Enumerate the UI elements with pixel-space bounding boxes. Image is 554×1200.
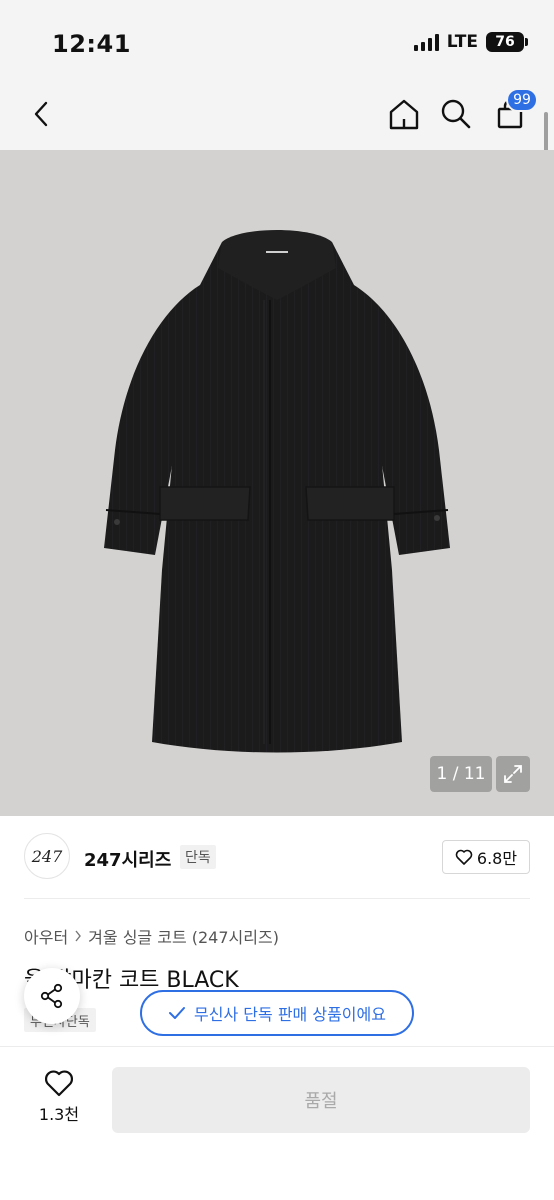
brand-like-count: 6.8만 [476,849,518,868]
signal-icon [413,33,439,51]
brand-row: 247 247시리즈 단독 6.8만 [0,830,554,886]
search-button[interactable] [436,94,476,134]
brand-logo[interactable]: 247 [24,833,70,879]
expand-button[interactable] [496,756,530,792]
bottom-action-bar: 1.3천 품절 [0,1046,554,1200]
breadcrumb-subcategory[interactable]: 겨울 싱글 코트 (247시리즈) [88,924,279,948]
chevron-left-icon [34,101,48,127]
wishlist-button[interactable]: 1.3천 [24,1069,94,1125]
nav-bar: 99 [0,80,554,150]
product-image[interactable] [0,150,554,816]
image-counter: 1 / 11 [430,756,492,792]
check-icon [169,1007,186,1019]
brand-exclusive-tag: 단독 [180,845,216,869]
chevron-right-icon [75,930,82,942]
soldout-button[interactable]: 품절 [112,1067,530,1133]
home-button[interactable] [384,94,424,134]
breadcrumb: 아우터 겨울 싱글 코트 (247시리즈) [24,924,279,948]
network-type: LTE [446,32,478,52]
battery-level: 76 [495,34,515,50]
battery-icon: 76 [486,32,528,52]
toast-text: 무신사 단독 판매 상품이에요 [194,1005,386,1024]
search-icon [441,99,471,129]
exclusive-toast: 무신사 단독 판매 상품이에요 [140,990,414,1036]
share-icon [40,983,63,1009]
brand-name[interactable]: 247시리즈 [84,846,171,872]
wish-count: 1.3천 [38,1105,80,1124]
status-indicators: LTE 76 [413,32,528,52]
brand-like-button[interactable]: 6.8만 [442,840,530,874]
status-bar: 12:41 LTE 76 [0,0,554,80]
home-icon [389,99,419,130]
breadcrumb-category[interactable]: 아우터 [24,924,68,948]
coat-image [104,230,450,753]
share-button[interactable] [24,968,80,1024]
cart-badge: 99 [506,88,538,112]
status-time: 12:41 [52,30,131,58]
back-button[interactable] [22,94,62,134]
expand-icon [504,765,522,783]
heart-icon [45,1070,73,1097]
heart-icon [455,849,473,865]
cart-button[interactable]: 99 [490,88,538,134]
divider [24,898,530,899]
